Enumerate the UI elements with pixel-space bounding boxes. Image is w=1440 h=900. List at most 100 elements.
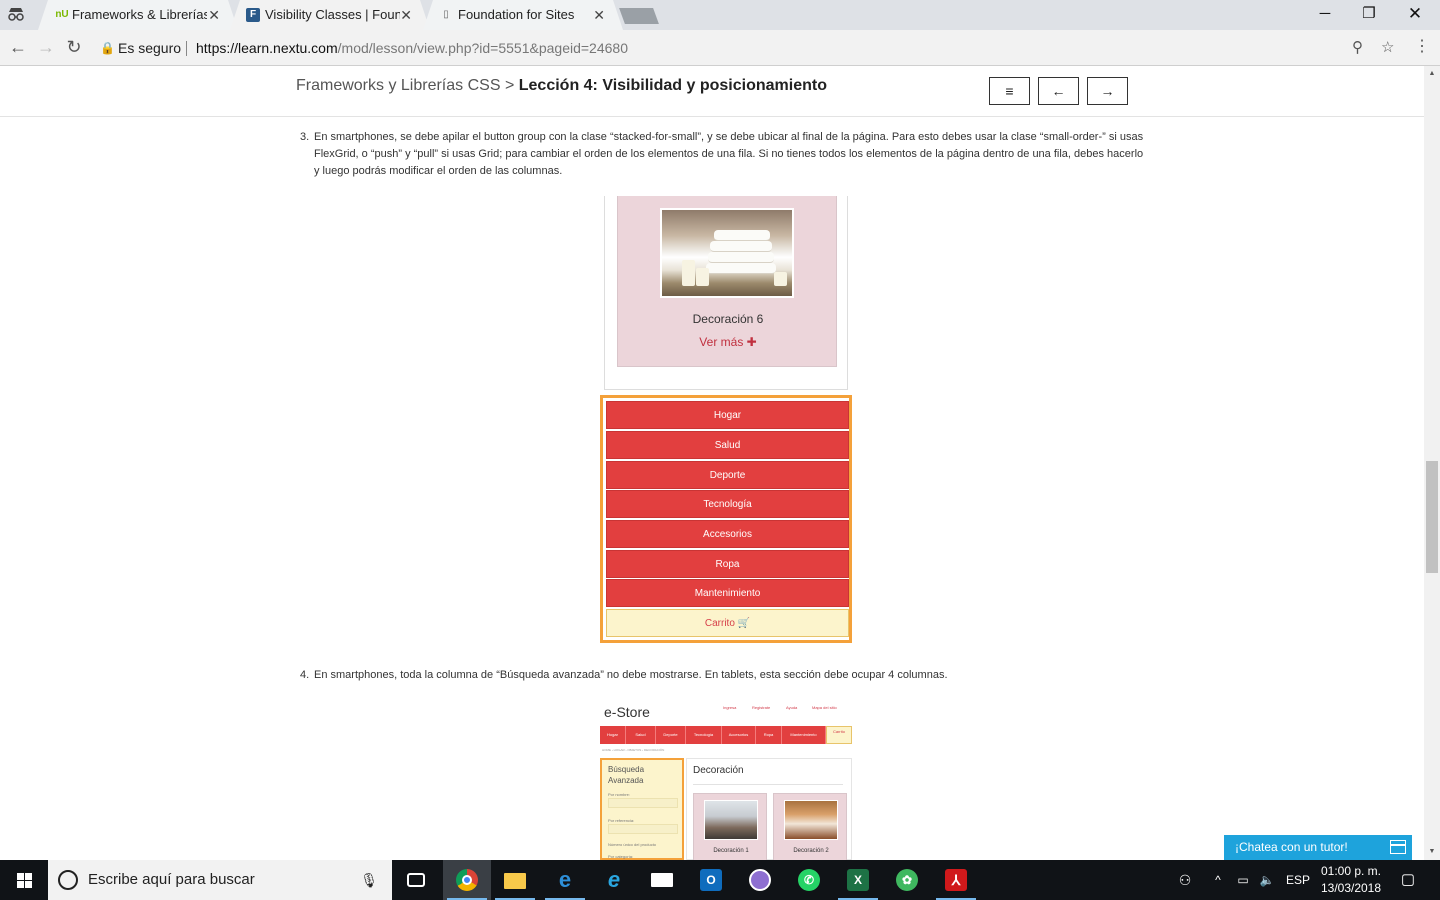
scrollbar-thumb[interactable] [1426,461,1438,573]
search-name-input[interactable] [608,798,678,808]
chrome-icon[interactable] [443,860,491,900]
tab-visibility-classes[interactable]: F Visibility Classes | Found ✕ [230,0,430,30]
browser-toolbar: ← → ↻ 🔒 Es seguro https://learn.nextu.co… [0,30,1440,66]
previous-page-button[interactable]: ← [1038,77,1079,105]
chat-with-tutor-button[interactable]: ¡Chatea con un tutor! [1224,835,1412,860]
estore-nav-item[interactable]: Tecnología [686,726,722,744]
microphone-icon[interactable]: 🎙 [360,860,378,900]
lock-icon: 🔒 [100,41,115,55]
network-icon[interactable]: ▭ [1232,860,1254,900]
lesson-menu-button[interactable]: ≡ [989,77,1030,105]
menu-button-hogar[interactable]: Hogar [606,401,849,429]
purple-app-icon[interactable] [736,860,784,900]
estore-nav-item[interactable]: Deporte [656,726,686,744]
close-tab-icon[interactable]: ✕ [593,0,605,30]
menu-button-mantenimiento[interactable]: Mantenimiento [606,579,849,607]
menu-button-salud[interactable]: Salud [606,431,849,459]
cart-button[interactable]: Carrito 🛒 [606,609,849,637]
close-tab-icon[interactable]: ✕ [400,0,412,30]
estore-nav-item[interactable]: Ropa [756,726,782,744]
search-reference-input[interactable] [608,824,678,834]
product-card: Decoración 6 Ver más ✚ [617,196,837,367]
start-button[interactable] [0,860,48,900]
field-label: Número único del producto [608,842,657,847]
taskbar-search-box[interactable]: Escribe aquí para buscar 🎙 [48,860,392,900]
menu-button-accesorios[interactable]: Accesorios [606,520,849,548]
estore-top-link[interactable]: Ayuda [786,705,797,710]
whatsapp-icon[interactable]: ✆ [785,860,833,900]
people-icon[interactable]: ⚇ [1172,860,1198,900]
page-scrollbar[interactable]: ▲ ▼ [1424,66,1440,860]
product-title: Decoración 6 [692,312,764,326]
estore-top-link[interactable]: Mapa del sitio [812,705,837,710]
security-label: Es seguro [118,40,182,56]
forward-icon[interactable]: → [34,36,58,60]
restore-icon[interactable]: ❐ [1346,0,1392,30]
back-icon[interactable]: ← [6,36,30,60]
scroll-down-icon[interactable]: ▼ [1424,844,1440,860]
new-tab-button[interactable] [619,8,659,24]
tab-title: Frameworks & Librerías C [72,7,207,22]
view-more-link[interactable]: Ver más ✚ [618,335,838,349]
mail-icon[interactable] [638,860,686,900]
action-center-icon[interactable]: ▢ [1396,860,1420,900]
estore-nav-item[interactable]: Salud [626,726,656,744]
product-image [784,800,838,840]
lesson-header: Frameworks y Librerías CSS > Lección 4: … [0,67,1424,117]
zoom-icon[interactable]: ⚲ [1352,34,1363,62]
step-text: En smartphones, toda la columna de “Búsq… [314,669,948,681]
menu-button-ropa[interactable]: Ropa [606,550,849,578]
task-view-icon[interactable] [392,860,440,900]
minimize-icon[interactable]: ─ [1302,0,1348,30]
step-number: 3. [300,131,310,143]
estore-cart-button[interactable]: Carrito [826,726,852,744]
volume-icon[interactable]: 🔈 [1256,860,1278,900]
estore-top-link[interactable]: Registrate [752,705,770,710]
internet-explorer-icon[interactable]: e [590,860,638,900]
menu-button-tecnologia[interactable]: Tecnología [606,490,849,518]
outlook-icon[interactable]: O [687,860,735,900]
sidebar-title: Búsqueda Avanzada [608,765,645,785]
scroll-up-icon[interactable]: ▲ [1424,66,1440,82]
estore-top-link[interactable]: Ingresa [723,705,736,710]
tab-title: Visibility Classes | Found [265,7,400,22]
tab-foundation-sites[interactable]: ▯ Foundation for Sites ✕ [423,0,623,30]
page-title: Lección 4: Visibilidad y posicionamiento [518,77,827,94]
section-title: Decoración [693,765,744,776]
close-tab-icon[interactable]: ✕ [208,0,220,30]
file-explorer-icon[interactable] [491,860,539,900]
address-bar[interactable]: 🔒 Es seguro https://learn.nextu.com/mod/… [96,34,1406,62]
acrobat-icon[interactable]: ⅄ [932,860,980,900]
tab-frameworks[interactable]: nU Frameworks & Librerías C ✕ [38,0,238,30]
language-indicator[interactable]: ESP [1284,860,1312,900]
bookmark-star-icon[interactable]: ☆ [1381,34,1394,62]
breadcrumb-course[interactable]: Frameworks y Librerías CSS [296,77,501,94]
product-card[interactable]: Decoración 2 [773,793,847,860]
foundation-favicon-icon: F [246,8,260,22]
estore-main-section: Decoración Decoración 1 Decoración 2 [686,758,852,860]
url-text[interactable]: https://learn.nextu.com/mod/lesson/view.… [196,34,628,62]
chrome-menu-icon[interactable]: ⋮ [1410,36,1434,60]
reload-icon[interactable]: ↻ [62,36,86,60]
green-app-icon[interactable]: ✿ [883,860,931,900]
menu-button-deporte[interactable]: Deporte [606,461,849,489]
cortana-icon [58,870,78,890]
close-window-icon[interactable]: ✕ [1392,0,1438,30]
edge-icon[interactable]: e [541,860,589,900]
stacked-button-group: Hogar Salud Deporte Tecnología Accesorio… [600,395,852,643]
estore-nav-item[interactable]: Hogar [600,726,626,744]
estore-nav-item[interactable]: Accesorios [722,726,756,744]
excel-icon[interactable]: X [834,860,882,900]
breadcrumb: Frameworks y Librerías CSS > Lección 4: … [296,77,827,95]
estore-nav-item[interactable]: Mantenimiento [782,726,826,744]
field-label: Por nombre: [608,792,631,797]
show-hidden-icons-icon[interactable]: ^ [1208,860,1228,900]
system-clock[interactable]: 01:00 p. m. 13/03/2018 [1316,863,1386,897]
product-title: Decoración 2 [793,848,829,854]
next-page-button[interactable]: → [1087,77,1128,105]
estore-nav-bar: Hogar Salud Deporte Tecnología Accesorio… [600,726,852,744]
nextu-favicon-icon: nU [55,9,69,20]
lesson-content: 3. En smartphones, se debe apilar el but… [0,118,1424,860]
product-card[interactable]: Decoración 1 [693,793,767,860]
tab-title: Foundation for Sites [458,7,575,22]
